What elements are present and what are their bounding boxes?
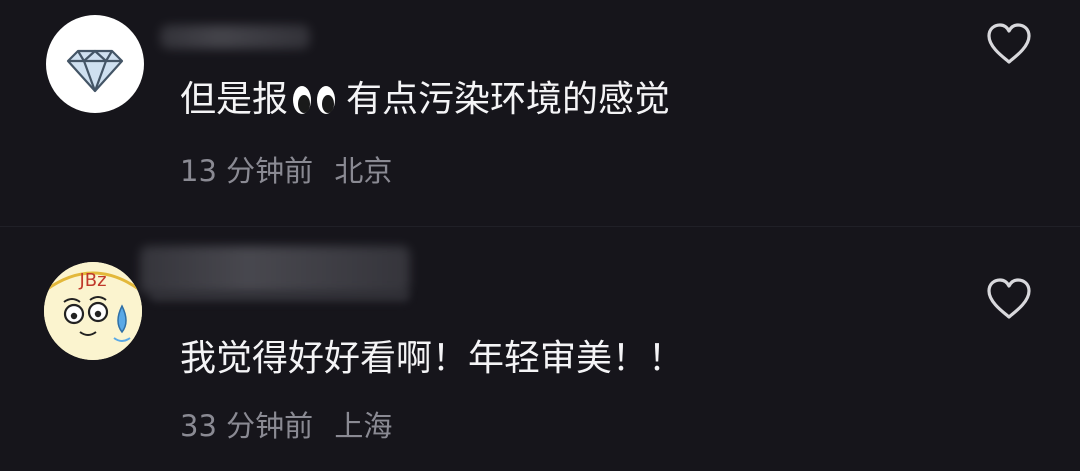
- like-button[interactable]: [984, 276, 1034, 322]
- heart-icon: [987, 23, 1031, 64]
- comment-location: 北京: [334, 154, 393, 188]
- comment-text: 但是报 有点污染环境的感觉: [180, 82, 670, 118]
- avatar-text: JBz: [78, 270, 106, 291]
- username-blurred[interactable]: [140, 246, 410, 294]
- comment-time: 13 分钟前: [180, 154, 314, 188]
- diamond-icon: [66, 49, 124, 93]
- comment-text-before: 但是报: [180, 79, 289, 120]
- comment-location: 上海: [334, 409, 393, 443]
- comment-meta: 13 分钟前 北京: [180, 148, 392, 190]
- comment-item: 但是报 有点污染环境的感觉 13 分钟前 北京: [0, 0, 1080, 226]
- comment-text-after: 有点污染环境的感觉: [346, 79, 671, 120]
- username-blurred[interactable]: [160, 25, 310, 49]
- comment-item: JBz 我觉得好好看啊！年轻审美！！ 33 分钟前 上海: [0, 226, 1080, 471]
- comment-text-body: 我觉得好好看啊！年轻审美！！: [180, 338, 685, 379]
- avatar[interactable]: JBz: [44, 262, 142, 360]
- eyes-emoji: [292, 85, 336, 115]
- comment-text: 我觉得好好看啊！年轻审美！！: [180, 341, 684, 377]
- avatar[interactable]: [46, 15, 144, 113]
- cartoon-face-avatar: JBz: [44, 262, 142, 360]
- username-blurred-secondary: [150, 290, 410, 302]
- heart-icon: [987, 278, 1031, 319]
- like-button[interactable]: [984, 21, 1034, 67]
- comment-meta: 33 分钟前 上海: [180, 403, 392, 445]
- comment-time: 33 分钟前: [180, 409, 314, 443]
